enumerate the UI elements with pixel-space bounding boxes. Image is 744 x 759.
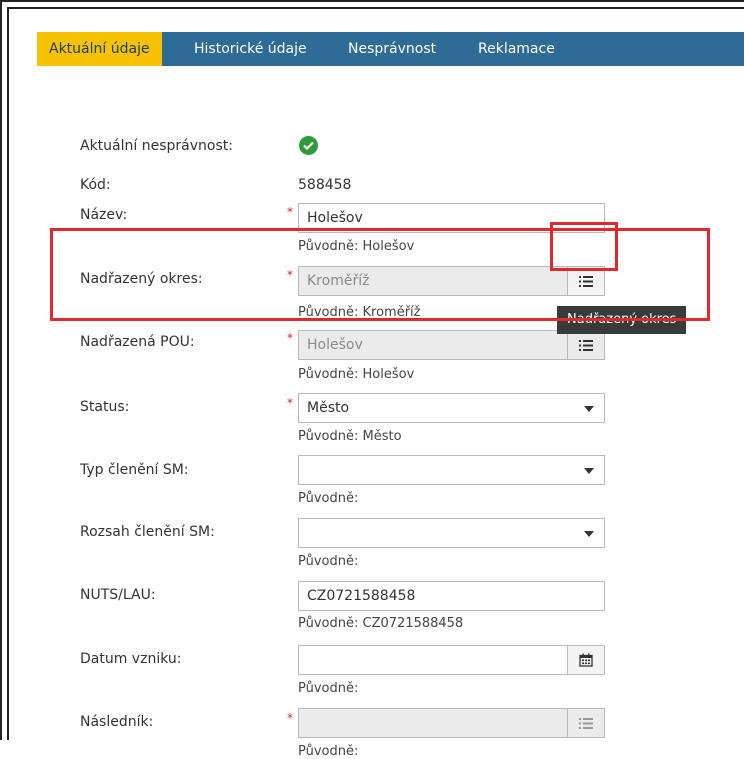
kod-value: 588458 bbox=[298, 177, 352, 193]
nuts-lau-original: Původně: CZ0721588458 bbox=[298, 616, 464, 631]
nadrazena-pou-required-marker: * bbox=[287, 331, 293, 345]
naslednik-input[interactable] bbox=[298, 708, 568, 738]
nuts-lau-label: NUTS/LAU: bbox=[80, 587, 156, 603]
kod-label: Kód: bbox=[80, 177, 111, 193]
status-label: Status: bbox=[80, 399, 130, 415]
naslednik-original: Původně: bbox=[298, 744, 359, 759]
chevron-down-icon bbox=[584, 468, 594, 474]
naslednik-picker-button[interactable] bbox=[567, 708, 605, 738]
datum-vzniku-label: Datum vzniku: bbox=[80, 651, 182, 667]
tab-historicke-udaje[interactable]: Historické údaje bbox=[182, 32, 319, 66]
tab-aktualni-udaje[interactable]: Aktuální údaje bbox=[37, 32, 162, 66]
list-icon bbox=[579, 717, 593, 729]
status-select-value: Město bbox=[307, 400, 350, 416]
calendar-icon bbox=[579, 653, 593, 667]
nadrazena-pou-original: Původně: Holešov bbox=[298, 367, 415, 382]
tab-reklamace[interactable]: Reklamace bbox=[466, 32, 567, 66]
rozsah-cleneni-sm-original: Původně: bbox=[298, 554, 359, 569]
form-content: Aktuální nesprávnost: Kód: 588458 Název:… bbox=[37, 66, 744, 759]
typ-cleneni-sm-label: Typ členění SM: bbox=[80, 462, 189, 478]
status-required-marker: * bbox=[287, 396, 293, 410]
naslednik-label: Následník: bbox=[80, 714, 154, 730]
typ-cleneni-sm-original: Původně: bbox=[298, 491, 359, 506]
nazev-required-marker: * bbox=[287, 205, 293, 219]
nadrazena-pou-picker-button[interactable] bbox=[567, 330, 605, 360]
nadrazena-pou-label: Nadřazená POU: bbox=[80, 334, 195, 350]
rozsah-cleneni-sm-select[interactable] bbox=[298, 518, 605, 548]
chevron-down-icon bbox=[584, 531, 594, 537]
nazev-label: Název: bbox=[80, 207, 128, 223]
aktualni-nespravnost-label: Aktuální nesprávnost: bbox=[80, 138, 233, 154]
tab-nespravnost[interactable]: Nesprávnost bbox=[336, 32, 448, 66]
naslednik-required-marker: * bbox=[287, 711, 293, 725]
chevron-down-icon bbox=[584, 406, 594, 412]
status-select[interactable]: Město bbox=[298, 393, 605, 423]
tab-bar: Aktuální údaje Historické údaje Nesprávn… bbox=[37, 32, 744, 66]
rozsah-cleneni-sm-label: Rozsah členění SM: bbox=[80, 524, 215, 540]
nuts-lau-input[interactable]: CZ0721588458 bbox=[298, 581, 605, 611]
highlight-box-button bbox=[550, 222, 618, 271]
datum-vzniku-original: Původně: bbox=[298, 681, 359, 696]
check-circle-icon bbox=[299, 136, 318, 155]
nadrazena-pou-input[interactable]: Holešov bbox=[298, 330, 568, 360]
detail-panel: Aktuální údaje Historické údaje Nesprávn… bbox=[37, 32, 744, 759]
list-icon bbox=[579, 339, 593, 351]
status-original: Původně: Město bbox=[298, 429, 402, 444]
typ-cleneni-sm-select[interactable] bbox=[298, 455, 605, 485]
datum-vzniku-calendar-button[interactable] bbox=[567, 645, 605, 675]
datum-vzniku-input[interactable] bbox=[298, 645, 568, 675]
